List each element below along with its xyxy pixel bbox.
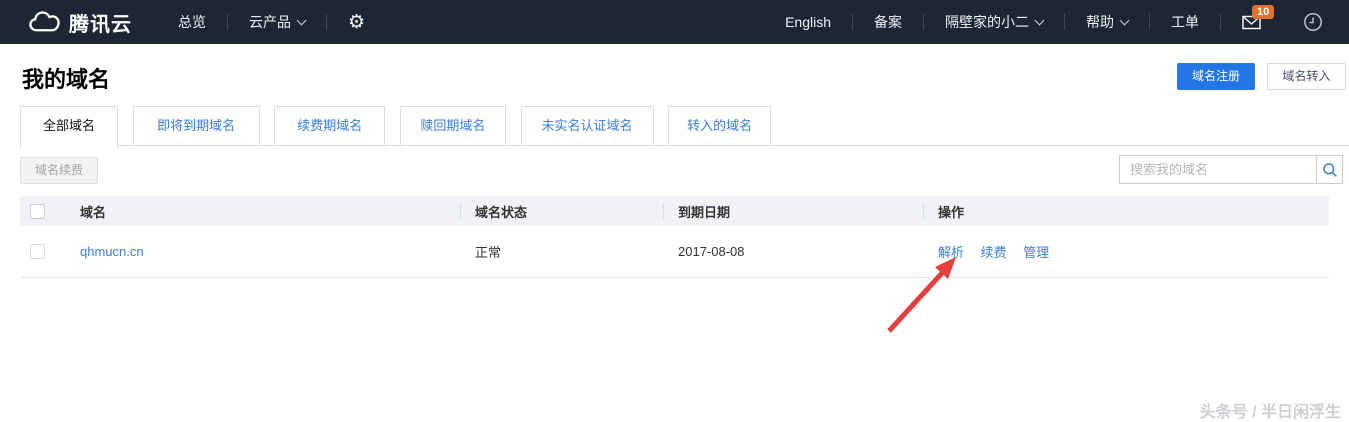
navbar-right: English 备案 隔壁家的小二 帮助 工单 10 xyxy=(785,4,1323,32)
domain-renew-button[interactable]: 域名续费 xyxy=(20,157,98,184)
nav-divider xyxy=(1220,14,1221,30)
action-renew-link[interactable]: 续费 xyxy=(981,245,1007,260)
domain-transfer-in-button[interactable]: 域名转入 xyxy=(1267,63,1346,90)
page-title: 我的域名 xyxy=(22,67,111,92)
nav-ticket[interactable]: 工单 xyxy=(1171,12,1199,32)
chevron-down-icon xyxy=(1119,15,1130,26)
nav-language-english[interactable]: English xyxy=(785,14,831,30)
domain-expiry-date: 2017-08-08 xyxy=(678,244,745,259)
row-checkbox-cell xyxy=(20,244,65,259)
toolbar: 域名续费 xyxy=(0,147,1349,196)
nav-divider xyxy=(326,14,327,30)
nav-account-menu[interactable]: 隔壁家的小二 xyxy=(945,12,1045,32)
table-row: qhmucn.cn 正常 2017-08-08 解析 续费 管理 xyxy=(20,226,1329,278)
tab-redemption-period-domains[interactable]: 赎回期域名 xyxy=(399,106,506,146)
search-input[interactable] xyxy=(1120,156,1316,183)
nav-divider xyxy=(923,14,924,30)
domain-status: 正常 xyxy=(475,245,502,260)
message-count-badge: 10 xyxy=(1252,4,1275,19)
column-header-status: 域名状态 xyxy=(460,202,663,221)
gear-icon[interactable]: ⚙ xyxy=(348,13,365,32)
domain-name-link[interactable]: qhmucn.cn xyxy=(80,244,144,259)
chevron-down-icon xyxy=(1034,15,1045,26)
nav-divider xyxy=(1149,14,1150,30)
magnifier-icon xyxy=(1322,162,1338,178)
brand-name: 腾讯云 xyxy=(69,13,132,36)
chevron-down-icon xyxy=(296,15,307,26)
nav-cloud-products[interactable]: 云产品 xyxy=(249,12,307,32)
domain-tabs: 全部域名 即将到期域名 续费期域名 赎回期域名 未实名认证域名 转入的域名 xyxy=(20,106,1349,148)
watermark-text: 头条号 / 半日闲浮生 xyxy=(1199,404,1341,421)
header-checkbox-cell xyxy=(20,203,65,219)
domain-table: 域名 域名状态 到期日期 操作 qhmucn.cn 正常 2017-08-08 … xyxy=(20,196,1329,278)
nav-beian[interactable]: 备案 xyxy=(874,12,902,32)
page-header: 我的域名 域名注册 域名转入 xyxy=(0,44,1349,106)
action-resolve-link[interactable]: 解析 xyxy=(938,245,964,260)
tencent-cloud-logo[interactable]: 腾讯云 xyxy=(28,8,132,37)
nav-help-label: 帮助 xyxy=(1086,14,1114,30)
column-header-domain: 域名 xyxy=(80,204,107,220)
account-name: 隔壁家的小二 xyxy=(945,14,1029,30)
nav-cloud-products-label: 云产品 xyxy=(249,14,291,30)
nav-divider xyxy=(852,14,853,30)
nav-divider xyxy=(227,14,228,30)
messages-button[interactable]: 10 xyxy=(1242,4,1275,30)
tab-all-domains[interactable]: 全部域名 xyxy=(20,106,118,148)
column-header-actions: 操作 xyxy=(923,202,1329,221)
search-button[interactable] xyxy=(1316,156,1342,183)
row-actions: 解析 续费 管理 xyxy=(923,242,1329,261)
table-header-row: 域名 域名状态 到期日期 操作 xyxy=(20,196,1329,226)
nav-overview[interactable]: 总览 xyxy=(178,12,206,32)
action-manage-link[interactable]: 管理 xyxy=(1023,245,1049,260)
cloud-logo-icon xyxy=(28,10,61,34)
history-button[interactable] xyxy=(1303,12,1323,32)
top-navbar: 腾讯云 总览 云产品 ⚙ English 备案 隔壁家的小二 帮助 工单 10 xyxy=(0,0,1349,44)
tab-transferred-in-domains[interactable]: 转入的域名 xyxy=(668,106,772,146)
tab-expiring-domains[interactable]: 即将到期域名 xyxy=(132,106,260,146)
clock-icon xyxy=(1303,12,1323,32)
row-checkbox[interactable] xyxy=(30,244,45,259)
search-box xyxy=(1119,155,1343,184)
column-header-expiry: 到期日期 xyxy=(663,202,923,221)
nav-divider xyxy=(1064,14,1065,30)
tab-unverified-domains[interactable]: 未实名认证域名 xyxy=(520,106,654,146)
domain-register-button[interactable]: 域名注册 xyxy=(1177,63,1255,90)
tab-renewal-period-domains[interactable]: 续费期域名 xyxy=(274,106,386,146)
nav-help-menu[interactable]: 帮助 xyxy=(1086,12,1130,32)
select-all-checkbox[interactable] xyxy=(30,203,45,219)
